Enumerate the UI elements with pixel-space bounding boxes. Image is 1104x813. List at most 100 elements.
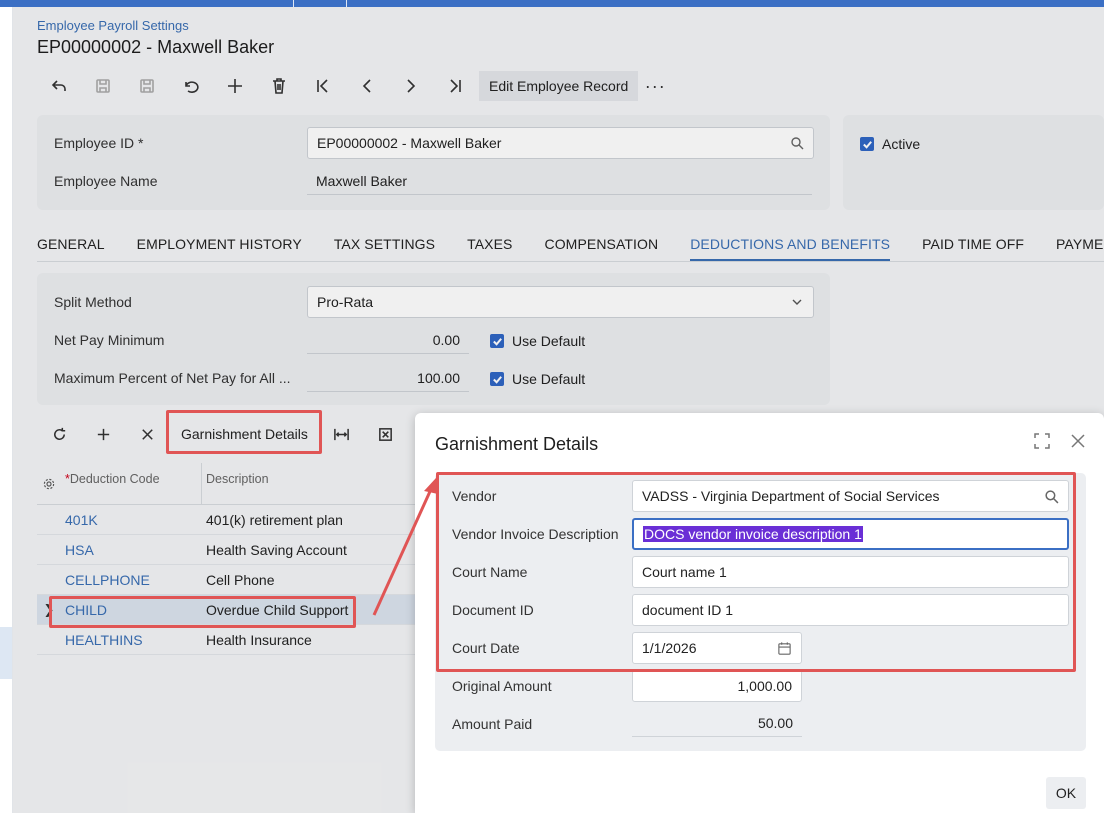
split-method-label: Split Method — [54, 294, 132, 310]
checkbox-checked-icon — [490, 334, 504, 348]
net-pay-minimum-value[interactable]: 0.00 — [307, 326, 469, 354]
document-id-field[interactable]: document ID 1 — [632, 594, 1069, 626]
description-cell: Health Insurance — [206, 631, 312, 648]
court-name-field[interactable]: Court name 1 — [632, 556, 1069, 588]
amount-paid-value: 50.00 — [632, 709, 802, 737]
tab-tax-settings[interactable]: TAX SETTINGS — [334, 232, 435, 261]
document-id-label: Document ID — [452, 602, 534, 618]
deduction-code-link[interactable]: 401K — [61, 512, 202, 528]
vendor-label: Vendor — [452, 488, 497, 504]
table-row[interactable]: 401K 401(k) retirement plan — [37, 505, 417, 535]
status-panel: Active — [843, 115, 1104, 210]
max-percent-value[interactable]: 100.00 — [307, 364, 469, 392]
tab-compensation[interactable]: COMPENSATION — [544, 232, 658, 261]
court-date-value: 1/1/2026 — [642, 640, 697, 656]
vendor-field[interactable]: VADSS - Virginia Department of Social Se… — [632, 480, 1069, 512]
tab-paid-time-off[interactable]: PAID TIME OFF — [922, 232, 1024, 261]
table-row[interactable]: HEALTHINS Health Insurance — [37, 625, 417, 655]
settings-gear-icon[interactable] — [37, 463, 61, 504]
description-cell: Cell Phone — [206, 571, 275, 588]
active-checkbox[interactable]: Active — [860, 136, 920, 152]
deduction-code-link[interactable]: CELLPHONE — [61, 572, 202, 588]
employee-name-label: Employee Name — [54, 173, 158, 189]
description-cell: Health Saving Account — [206, 541, 347, 558]
use-default-label: Use Default — [512, 371, 586, 387]
dialog-window-controls — [1014, 433, 1086, 449]
vendor-value: VADSS - Virginia Department of Social Se… — [642, 488, 940, 504]
edit-employee-record-button[interactable]: Edit Employee Record — [479, 71, 639, 101]
vendor-invoice-description-field[interactable]: DOCS vendor invoice description 1 — [632, 518, 1069, 550]
net-pay-use-default-checkbox[interactable]: Use Default — [490, 333, 585, 349]
description-cell: Overdue Child Support — [206, 601, 349, 618]
first-record-icon[interactable] — [301, 71, 345, 101]
more-actions-icon[interactable]: ··· — [638, 76, 672, 97]
employee-name-value: Maxwell Baker — [307, 167, 812, 195]
garnishment-form-panel: Vendor VADSS - Virginia Department of So… — [435, 473, 1086, 751]
table-row[interactable]: CELLPHONE Cell Phone — [37, 565, 417, 595]
max-percent-use-default-checkbox[interactable]: Use Default — [490, 371, 585, 387]
delete-row-icon[interactable] — [125, 417, 169, 451]
employee-id-field[interactable]: EP00000002 - Maxwell Baker — [307, 127, 814, 159]
fit-columns-icon[interactable] — [320, 417, 364, 451]
add-row-icon[interactable] — [81, 417, 125, 451]
court-date-label: Court Date — [452, 640, 520, 656]
calendar-icon[interactable] — [777, 641, 792, 656]
court-name-label: Court Name — [452, 564, 528, 580]
maximize-icon[interactable] — [1034, 433, 1050, 449]
record-toolbar: Edit Employee Record ··· — [37, 71, 672, 101]
refresh-icon[interactable] — [37, 417, 81, 451]
search-icon[interactable] — [790, 136, 804, 150]
split-method-select[interactable]: Pro-Rata — [307, 286, 814, 318]
garnishment-details-dialog: Garnishment Details Vendor VADSS - Virgi… — [415, 413, 1104, 813]
active-label: Active — [882, 136, 921, 152]
top-accent-bar — [0, 0, 1104, 7]
document-id-value: document ID 1 — [642, 602, 734, 618]
court-date-field[interactable]: 1/1/2026 — [632, 632, 802, 664]
ok-button[interactable]: OK — [1046, 777, 1086, 809]
court-name-value: Court name 1 — [642, 564, 727, 580]
last-record-icon[interactable] — [433, 71, 477, 101]
undo-icon[interactable] — [169, 71, 213, 101]
deduction-code-link[interactable]: CHILD — [61, 602, 202, 618]
grid-toolbar: Garnishment Details — [37, 417, 408, 451]
deduction-code-link[interactable]: HEALTHINS — [61, 632, 202, 648]
amount-paid-label: Amount Paid — [452, 716, 533, 732]
left-nav-strip — [0, 7, 13, 813]
deductions-grid: *Deduction Code Description 401K 401(k) … — [37, 463, 417, 655]
prev-record-icon[interactable] — [345, 71, 389, 101]
tab-deductions-and-benefits[interactable]: DEDUCTIONS AND BENEFITS — [690, 232, 890, 261]
next-record-icon[interactable] — [389, 71, 433, 101]
search-icon[interactable] — [1044, 489, 1059, 504]
original-amount-field[interactable]: 1,000.00 — [632, 670, 802, 702]
delete-icon[interactable] — [257, 71, 301, 101]
description-header[interactable]: Description — [202, 463, 417, 504]
vendor-invoice-description-label: Vendor Invoice Description — [452, 526, 619, 542]
chevron-down-icon — [792, 299, 802, 305]
tab-general[interactable]: GENERAL — [37, 232, 105, 261]
table-row[interactable]: HSA Health Saving Account — [37, 535, 417, 565]
dialog-title: Garnishment Details — [435, 434, 599, 454]
tab-payment[interactable]: PAYMEN — [1056, 232, 1104, 261]
deduction-code-header[interactable]: *Deduction Code — [61, 463, 202, 504]
row-indicator-icon: ❯ — [43, 601, 55, 617]
back-icon[interactable] — [37, 71, 81, 101]
deduction-code-link[interactable]: HSA — [61, 542, 202, 558]
max-percent-label: Maximum Percent of Net Pay for All ... — [54, 370, 291, 386]
selected-text: DOCS vendor invoice description 1 — [643, 526, 863, 542]
add-icon[interactable] — [213, 71, 257, 101]
use-default-label: Use Default — [512, 333, 586, 349]
employee-id-label: Employee ID * — [54, 135, 144, 151]
breadcrumb[interactable]: Employee Payroll Settings — [37, 18, 189, 33]
save-icon[interactable] — [125, 71, 169, 101]
tab-taxes[interactable]: TAXES — [467, 232, 512, 261]
grid-header: *Deduction Code Description — [37, 463, 417, 505]
page-title: EP00000002 - Maxwell Baker — [37, 37, 275, 57]
close-icon[interactable] — [1070, 433, 1086, 449]
description-cell: 401(k) retirement plan — [206, 511, 343, 528]
tab-employment-history[interactable]: EMPLOYMENT HISTORY — [137, 232, 302, 261]
garnishment-details-button[interactable]: Garnishment Details — [169, 417, 320, 451]
save-close-icon[interactable] — [81, 71, 125, 101]
table-row-selected[interactable]: ❯ CHILD Overdue Child Support — [37, 595, 417, 625]
original-amount-label: Original Amount — [452, 678, 552, 694]
excel-export-icon[interactable] — [364, 417, 408, 451]
